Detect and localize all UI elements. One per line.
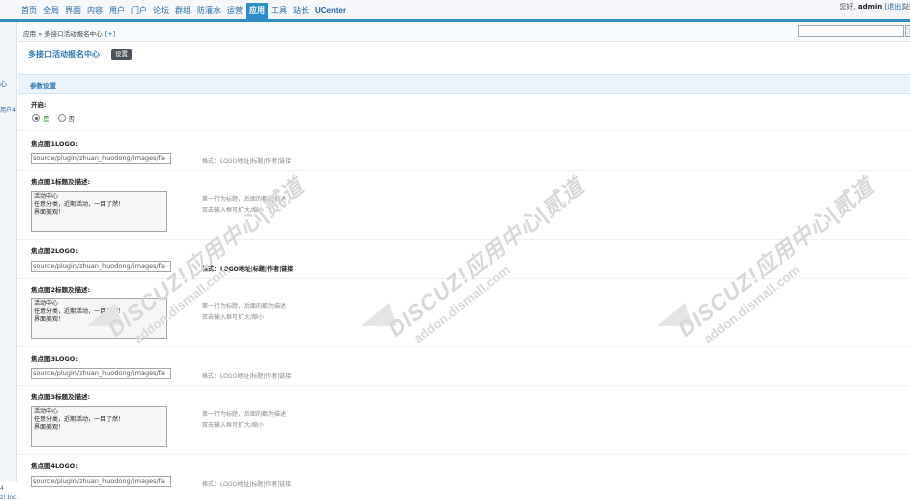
nav-apps[interactable]: 应用 <box>246 3 268 19</box>
search-button[interactable]: 搜索 <box>905 25 910 37</box>
watermark-arrow-icon <box>356 302 398 338</box>
focus2-desc-hint2: 双击输入框可扩大/缩小 <box>202 314 265 321</box>
focus3-desc-hint2: 双击输入框可扩大/缩小 <box>202 422 265 429</box>
breadcrumb-bar: 应用 » 多接口活动报名中心 [+] 搜索 <box>18 22 910 42</box>
main-nav: 首页 全局 界面 内容 用户 门户 论坛 群组 防灌水 运营 应用 工具 站长 … <box>18 3 349 19</box>
focus2-desc-label: 焦点图2标题及描述: <box>31 286 91 294</box>
focus1-desc-hint2: 双击输入框可扩大/缩小 <box>202 207 265 214</box>
enable-yes-label[interactable]: 是 <box>43 113 50 123</box>
watermark: DISCUZ!应用中心|贰道 addon.dismall.com <box>380 169 599 355</box>
username: admin <box>857 3 883 11</box>
watermark: DISCUZ!应用中心|贰道 addon.dismall.com <box>670 169 889 355</box>
focus2-logo-input[interactable]: source/plugin/zhuan_huodong/images/fa <box>31 261 171 272</box>
watermark-line: DISCUZ!应用中心|贰道 <box>673 173 879 342</box>
nav-antispam[interactable]: 防灌水 <box>194 3 224 19</box>
nav-groups[interactable]: 群组 <box>172 3 194 19</box>
row-divider <box>18 170 910 171</box>
enable-radio-group: 是 否 <box>32 113 83 123</box>
row-divider <box>18 454 910 455</box>
top-nav-bar: 首页 全局 界面 内容 用户 门户 论坛 群组 防灌水 运营 应用 工具 站长 … <box>0 0 910 22</box>
row-divider <box>18 278 910 279</box>
add-shortcut-link[interactable]: [+] <box>105 30 116 38</box>
breadcrumb: 应用 » 多接口活动报名中心 [+] <box>23 28 115 38</box>
focus2-desc-hint: 第一行为标题，后面的都为描述 <box>202 303 287 310</box>
enable-yes-radio[interactable] <box>32 114 40 122</box>
nav-tools[interactable]: 工具 <box>268 3 290 19</box>
sidebar-item-fragment[interactable]: 心 <box>0 79 7 89</box>
focus4-logo-label: 焦点图4LOGO: <box>31 462 78 470</box>
focus3-desc-textarea[interactable]: 活动中心 任意分类，近期活动，一目了然！ 界面美观！ <box>31 406 167 447</box>
focus2-desc-textarea[interactable]: 活动中心 任意分类，近期活动，一目了然！ 界面美观！ <box>31 298 167 339</box>
watermark-line: DISCUZ!应用中心|贰道 <box>383 173 589 342</box>
nav-interface[interactable]: 界面 <box>62 3 84 19</box>
focus3-desc-hint: 第一行为标题，后面的都为描述 <box>202 411 287 418</box>
focus1-logo-label: 焦点图1LOGO: <box>31 140 78 148</box>
textarea-line: 活动中心 <box>34 408 59 415</box>
nav-portal[interactable]: 门户 <box>128 3 150 19</box>
enable-no-label[interactable]: 否 <box>69 113 76 123</box>
focus3-logo-label: 焦点图3LOGO: <box>31 355 78 363</box>
section-title: 参数设置 <box>30 82 56 90</box>
greeting: 您好, <box>839 3 856 11</box>
nav-founder[interactable]: 站长 <box>290 3 312 19</box>
search-input[interactable] <box>798 25 904 37</box>
nav-operations[interactable]: 运营 <box>224 3 246 19</box>
textarea-line: 任意分类，近期活动，一目了然！ <box>34 416 125 423</box>
logout-link[interactable]: [退出] <box>885 3 904 11</box>
enable-no-radio[interactable] <box>57 114 66 122</box>
textarea-line: 任意分类，近期活动，一目了然！ <box>34 308 125 315</box>
tab-settings[interactable]: 设置 <box>111 49 132 60</box>
breadcrumb-text: 应用 » 多接口活动报名中心 <box>23 30 103 38</box>
textarea-line: 活动中心 <box>34 193 59 200</box>
watermark-line: addon.dismall.com <box>410 262 513 347</box>
row-divider <box>18 346 910 347</box>
nav-content[interactable]: 内容 <box>84 3 106 19</box>
focus1-desc-label: 焦点图1标题及描述: <box>31 178 91 186</box>
focus1-logo-input[interactable]: source/plugin/zhuan_huodong/images/fa <box>31 153 171 164</box>
nav-users[interactable]: 用户 <box>106 3 128 19</box>
enable-label: 开启: <box>31 101 47 109</box>
textarea-line: 界面美观！ <box>34 209 65 216</box>
user-box: 您好, admin [退出] <box>839 2 904 12</box>
nav-ucenter[interactable]: UCenter <box>312 3 349 19</box>
row-divider <box>18 130 910 131</box>
watermark-line: addon.dismall.com <box>700 262 803 347</box>
nav-global[interactable]: 全局 <box>40 3 62 19</box>
row-divider <box>18 385 910 386</box>
focus2-logo-hint: 格式：LOGO地址|标题|作者|链接 <box>202 266 294 273</box>
focus1-desc-hint: 第一行为标题，后面的都为描述 <box>202 196 287 203</box>
nav-home[interactable]: 首页 <box>18 3 40 19</box>
sidebar-item-fragment[interactable]: 用户4 <box>0 105 16 114</box>
section-header: 参数设置 <box>18 74 910 94</box>
focus4-logo-hint: 格式：LOGO地址|标题|作者|链接 <box>202 481 292 488</box>
row-divider <box>18 239 910 240</box>
textarea-line: 界面美观！ <box>34 316 65 323</box>
textarea-line: 活动中心 <box>34 300 59 307</box>
nav-forum[interactable]: 论坛 <box>150 3 172 19</box>
sidebar-copyright-link[interactable]: z! Inc. <box>0 494 18 501</box>
site-link-fragment[interactable]: 站 <box>903 2 910 12</box>
page-title: 多接口活动报名中心 <box>28 50 100 59</box>
focus1-logo-hint: 格式：LOGO地址|标题|作者|链接 <box>202 158 292 165</box>
focus3-logo-input[interactable]: source/plugin/zhuan_huodong/images/fa <box>31 368 171 379</box>
focus3-desc-label: 焦点图3标题及描述: <box>31 393 91 401</box>
sidebar-footer-fragment: 4 <box>0 485 4 492</box>
focus1-desc-textarea[interactable]: 活动中心 任意分类，近期活动，一目了然！ 界面美观！ <box>31 191 167 232</box>
focus3-logo-hint: 格式：LOGO地址|标题|作者|链接 <box>202 373 292 380</box>
textarea-line: 界面美观！ <box>34 424 65 431</box>
focus2-logo-label: 焦点图2LOGO: <box>31 247 78 255</box>
left-sidebar: 心 用户4 4 z! Inc. <box>0 22 18 501</box>
textarea-line: 任意分类，近期活动，一目了然！ <box>34 201 125 208</box>
watermark-arrow-icon <box>652 302 694 338</box>
